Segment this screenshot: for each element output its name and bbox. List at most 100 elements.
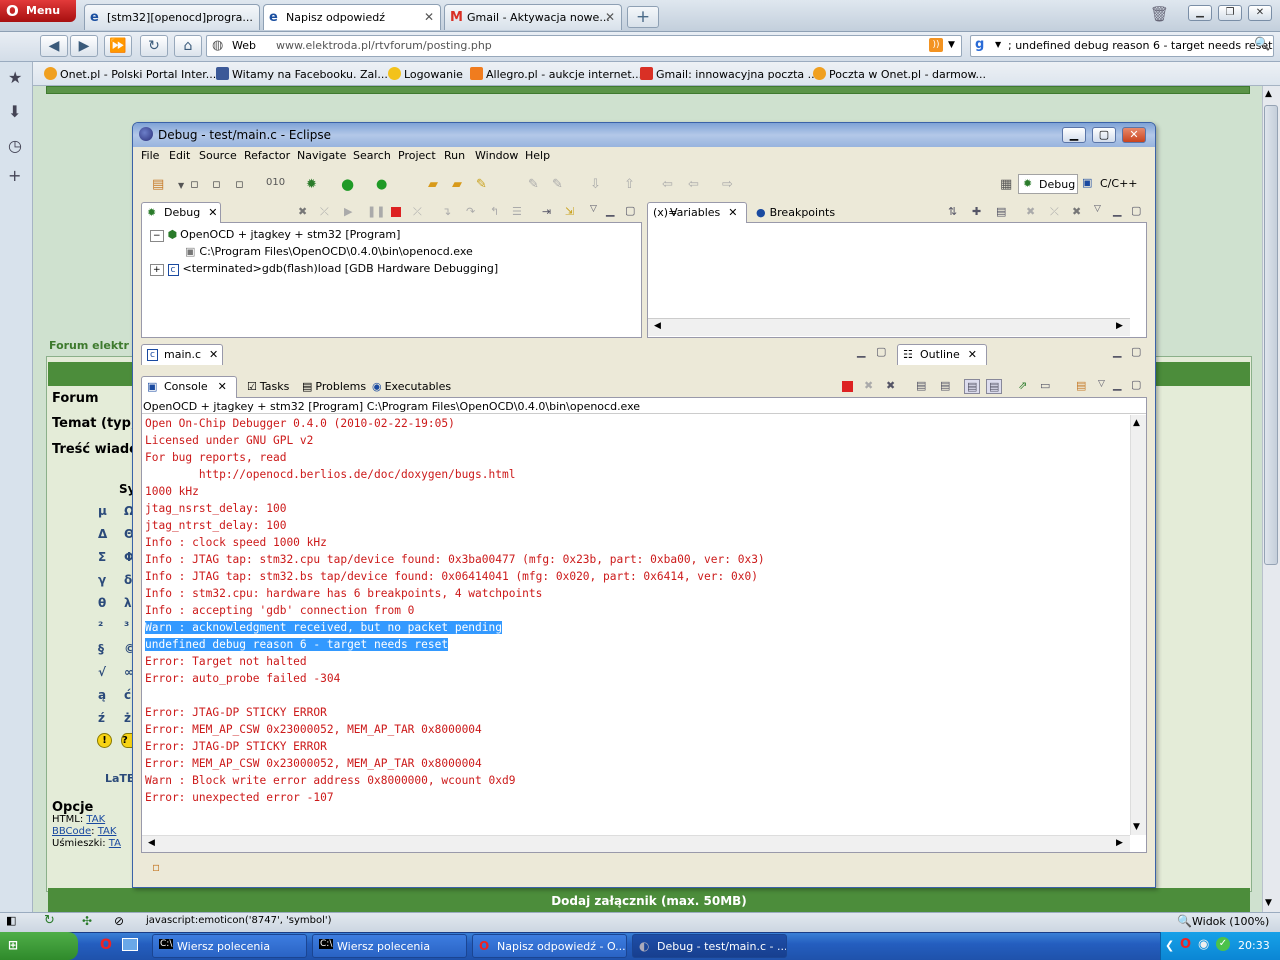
history-panel-icon[interactable]: ◷ (8, 136, 22, 155)
print-icon[interactable]: ▫ (235, 177, 244, 192)
symbol-button[interactable]: √ (98, 665, 106, 679)
tab-tasks[interactable]: ☑ Tasks (247, 380, 289, 393)
close-button[interactable]: ✕ (1248, 5, 1272, 21)
turbo-icon[interactable]: ✣ (82, 914, 92, 928)
zoom-level[interactable]: Widok (100%) (1192, 915, 1269, 928)
link-icon[interactable]: ⤫ (1050, 205, 1059, 219)
show-type-names-icon[interactable]: ⇅ (948, 205, 957, 218)
tab-console[interactable]: ▣ Console ✕ (141, 376, 237, 398)
mark-icon[interactable]: ✎ (552, 177, 563, 192)
search-value[interactable]: ; undefined debug reason 6 - target need… (1008, 39, 1272, 52)
resume-icon[interactable]: ▶ (344, 205, 352, 218)
taskbar-cmd-1[interactable]: C:\ Wiersz polecenia (152, 934, 307, 958)
browser-tab[interactable]: e [stm32][openocd]progra... (84, 4, 260, 30)
symbol-button[interactable]: ² (98, 619, 103, 633)
downloads-panel-icon[interactable]: ⬇ (8, 102, 21, 121)
tray-app-icon[interactable]: ◉ (1198, 937, 1209, 952)
expand-icon[interactable]: + (150, 264, 164, 276)
tab-debug[interactable]: ✹ Debug ✕ (141, 202, 221, 223)
chevron-down-icon[interactable]: ▼ (178, 181, 184, 190)
symbol-button[interactable]: ć (124, 688, 131, 702)
exclamation-emoticon-icon[interactable]: ! (97, 733, 112, 748)
scroll-down-icon[interactable]: ▼ (1133, 822, 1140, 832)
perspective-debug-button[interactable]: ✹ Debug (1018, 174, 1078, 194)
show-desktop-icon[interactable] (122, 938, 138, 951)
terminate-icon[interactable] (391, 207, 401, 217)
clear-console-icon[interactable]: ▤ (916, 379, 926, 392)
external-tools-icon[interactable]: ● (376, 177, 387, 192)
close-icon[interactable]: ✕ (209, 348, 218, 361)
remove-icon[interactable]: ✖ (1026, 205, 1035, 218)
new-tab-button[interactable]: + (627, 6, 659, 28)
close-tab-icon[interactable]: ✕ (424, 10, 434, 24)
scroll-right-icon[interactable]: ▶ (1116, 838, 1123, 848)
minimize-view-icon[interactable]: ▁ (1113, 378, 1121, 391)
remove-launch-icon[interactable]: ✖ (864, 379, 873, 392)
minimize-view-icon[interactable]: ▁ (1113, 345, 1121, 358)
bookmark-allegro[interactable]: Allegro.pl - aukcje internet... (470, 67, 642, 81)
tree-item-launch[interactable]: − ⬢ OpenOCD + jtagkey + stm32 [Program] (150, 228, 400, 242)
disconnect-icon[interactable]: ⤫ (413, 205, 422, 219)
scroll-right-icon[interactable]: ▶ (1116, 321, 1123, 331)
search-tool-icon[interactable]: ✎ (476, 177, 487, 192)
drop-frame-icon[interactable]: ☰ (512, 205, 522, 218)
symbol-button[interactable]: δ (124, 573, 132, 587)
maximize-view-icon[interactable]: ▢ (625, 204, 635, 217)
console-vscroll[interactable] (1130, 415, 1146, 835)
add-panel-icon[interactable]: + (8, 166, 21, 185)
tab-problems[interactable]: ▤ Problems (302, 380, 366, 393)
symbol-button[interactable]: § (98, 642, 104, 656)
maximize-view-icon[interactable]: ▢ (876, 345, 886, 358)
open-perspective-icon[interactable]: ▦ (1000, 177, 1012, 192)
chevron-down-icon[interactable]: ▼ (995, 40, 1001, 49)
perspective-cc-button[interactable]: ▣ C/C++ (1082, 176, 1138, 190)
connect-icon[interactable]: ⤫ (320, 205, 329, 219)
tab-outline[interactable]: ☷ Outline ✕ (897, 344, 987, 365)
tree-item-process[interactable]: ▣ C:\Program Files\OpenOCD\0.4.0\bin\open… (185, 245, 473, 258)
symbol-button[interactable]: γ (98, 573, 106, 587)
edit-icon[interactable]: ✎ (528, 177, 539, 192)
minimize-view-icon[interactable]: ▁ (606, 204, 614, 217)
tray-status-icon[interactable]: ✓ (1216, 937, 1230, 951)
reload-button[interactable]: ↻ (140, 35, 168, 57)
save-icon[interactable]: ▫ (190, 177, 199, 192)
selected-text[interactable]: undefined debug reason 6 - target needs … (145, 638, 449, 651)
trash-icon[interactable]: 🗑 (1150, 5, 1169, 23)
display-console-icon[interactable]: ▭ (1040, 379, 1050, 392)
bookmark-logowanie[interactable]: Logowanie (388, 67, 463, 81)
next-annotation-icon[interactable]: ⇩ (590, 177, 601, 192)
fast-forward-button[interactable]: ⏩ (104, 35, 132, 57)
opera-tray-icon[interactable]: O (1180, 937, 1191, 952)
bookmark-poczta-onet[interactable]: Poczta w Onet.pl - darmow... (813, 67, 986, 81)
symbol-button[interactable]: ą (98, 688, 106, 702)
opera-quicklaunch-icon[interactable]: O (100, 937, 112, 953)
close-icon[interactable]: ✕ (208, 206, 217, 219)
google-icon[interactable]: g (975, 37, 993, 55)
view-menu-icon[interactable]: ▽ (1094, 204, 1101, 214)
fast-view-icon[interactable]: ▫ (152, 860, 160, 874)
console-output[interactable]: Open On-Chip Debugger 0.4.0 (2010-02-22-… (142, 415, 1132, 835)
symbol-button[interactable]: µ (98, 504, 107, 518)
close-icon[interactable]: ✕ (218, 380, 227, 393)
opera-menu-button[interactable]: O Menu (0, 0, 76, 22)
symbol-button[interactable]: λ (124, 596, 132, 610)
menu-project[interactable]: Project (398, 149, 436, 162)
debug-run-icon[interactable]: ✹ (306, 177, 317, 192)
instruction-step-icon[interactable]: ⇥ (542, 205, 551, 218)
menu-file[interactable]: File (141, 149, 159, 162)
minimize-button[interactable]: ▁ (1188, 5, 1212, 21)
view-menu-icon[interactable]: ▽ (590, 204, 597, 214)
browser-tab-active[interactable]: e Napisz odpowiedź ✕ (263, 4, 441, 30)
zoom-icon[interactable]: 🔍 (1177, 914, 1192, 928)
symbol-button[interactable]: Δ (98, 527, 107, 541)
eclipse-minimize-button[interactable]: ▁ (1062, 127, 1086, 143)
scroll-up-icon[interactable]: ▲ (1133, 418, 1140, 428)
maximize-view-icon[interactable]: ▢ (1131, 378, 1141, 391)
eclipse-maximize-button[interactable]: ▢ (1092, 127, 1116, 143)
close-tab-icon[interactable]: ✕ (605, 10, 615, 24)
home-button[interactable]: ⌂ (174, 35, 202, 57)
bookmark-facebook[interactable]: Witamy na Facebooku. Zal... (216, 67, 388, 81)
variables-hscroll[interactable] (648, 318, 1130, 336)
start-button[interactable]: ⊞ (0, 932, 78, 960)
forward-button[interactable]: ▶ (70, 35, 98, 57)
